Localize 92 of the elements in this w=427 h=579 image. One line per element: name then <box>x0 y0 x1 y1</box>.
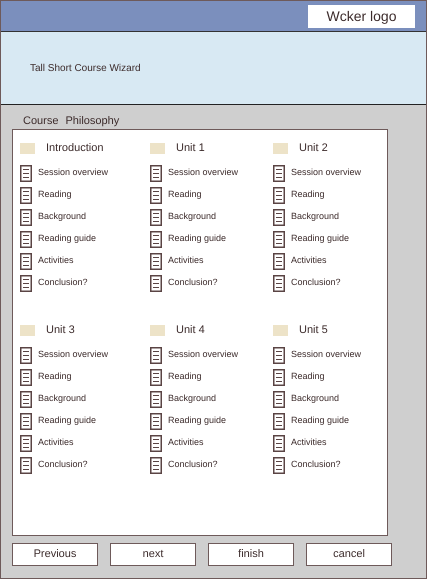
document-icon[interactable] <box>273 434 285 452</box>
section-link[interactable]: Conclusion? <box>168 458 218 472</box>
tab[interactable]: Course <box>23 113 58 129</box>
section-link[interactable]: Session overview <box>168 166 238 180</box>
section-link[interactable]: Reading guide <box>38 232 96 246</box>
document-icon[interactable] <box>273 164 285 182</box>
document-icon[interactable] <box>150 390 162 408</box>
wizard-button[interactable]: next <box>110 543 196 566</box>
section-link[interactable]: Reading <box>38 188 72 202</box>
unit-marker <box>273 324 288 336</box>
section-link[interactable]: Conclusion? <box>168 276 218 290</box>
section-link[interactable]: Reading guide <box>168 232 226 246</box>
section-link[interactable]: Reading guide <box>168 414 226 428</box>
section-link[interactable]: Reading guide <box>291 232 350 246</box>
unit-marker <box>20 142 35 154</box>
document-icon[interactable] <box>20 186 32 204</box>
section-link[interactable]: Background <box>291 392 340 406</box>
section-link[interactable]: Session overview <box>168 348 238 362</box>
section-link[interactable]: Reading <box>291 370 325 384</box>
document-icon[interactable] <box>20 346 32 364</box>
section-link[interactable]: Session overview <box>38 348 108 362</box>
document-icon[interactable] <box>273 274 285 292</box>
section-link[interactable]: Background <box>291 210 340 224</box>
section-link[interactable]: Conclusion? <box>38 276 88 290</box>
document-icon[interactable] <box>20 274 32 292</box>
section-link[interactable]: Reading <box>168 188 202 202</box>
section-link[interactable]: Reading <box>291 188 325 202</box>
document-icon[interactable] <box>273 230 285 248</box>
document-icon[interactable] <box>273 252 285 270</box>
section-link[interactable]: Background <box>38 210 86 224</box>
document-icon[interactable] <box>150 368 162 386</box>
section-link[interactable]: Activities <box>291 254 327 268</box>
document-icon[interactable] <box>150 274 162 292</box>
section-link[interactable]: Background <box>168 392 216 406</box>
document-icon[interactable] <box>20 164 32 182</box>
section-link[interactable]: Conclusion? <box>291 458 341 472</box>
unit-marker <box>273 142 288 154</box>
document-icon[interactable] <box>20 230 32 248</box>
document-icon[interactable] <box>20 368 32 386</box>
document-icon[interactable] <box>150 186 162 204</box>
document-icon[interactable] <box>273 208 285 226</box>
document-icon[interactable] <box>150 434 162 452</box>
document-icon[interactable] <box>20 412 32 430</box>
unit-title[interactable]: Unit 1 <box>176 140 205 156</box>
document-icon[interactable] <box>273 390 285 408</box>
unit-title[interactable]: Introduction <box>46 140 104 156</box>
unit-title[interactable]: Unit 2 <box>299 140 328 156</box>
section-link[interactable]: Reading guide <box>38 414 96 428</box>
document-icon[interactable] <box>273 412 285 430</box>
section-link[interactable]: Activities <box>168 254 204 268</box>
unit-marker <box>150 142 165 154</box>
wizard-button[interactable]: finish <box>208 543 294 566</box>
unit-marker <box>150 324 165 336</box>
document-icon[interactable] <box>20 390 32 408</box>
section-link[interactable]: Activities <box>38 436 74 450</box>
document-icon[interactable] <box>273 186 285 204</box>
unit-title[interactable]: Unit 4 <box>176 322 205 338</box>
section-link[interactable]: Activities <box>38 254 74 268</box>
document-icon[interactable] <box>150 456 162 474</box>
section-link[interactable]: Session overview <box>291 166 362 180</box>
document-icon[interactable] <box>150 252 162 270</box>
unit-title[interactable]: Unit 5 <box>299 322 328 338</box>
section-link[interactable]: Reading guide <box>291 414 350 428</box>
document-icon[interactable] <box>150 230 162 248</box>
logo-text: Wcker logo <box>326 6 397 26</box>
section-link[interactable]: Reading <box>168 370 202 384</box>
document-icon[interactable] <box>150 412 162 430</box>
wizard-button[interactable]: cancel <box>306 543 392 566</box>
tab[interactable]: Philosophy <box>65 113 120 129</box>
document-icon[interactable] <box>273 346 285 364</box>
document-icon[interactable] <box>20 456 32 474</box>
section-link[interactable]: Activities <box>168 436 204 450</box>
document-icon[interactable] <box>20 434 32 452</box>
wizard-button[interactable]: Previous <box>12 543 98 566</box>
section-link[interactable]: Background <box>168 210 216 224</box>
document-icon[interactable] <box>20 252 32 270</box>
wizard-title: Tall Short Course Wizard <box>30 62 141 76</box>
document-icon[interactable] <box>150 208 162 226</box>
document-icon[interactable] <box>20 208 32 226</box>
section-link[interactable]: Background <box>38 392 86 406</box>
document-icon[interactable] <box>150 346 162 364</box>
section-link[interactable]: Activities <box>291 436 327 450</box>
document-icon[interactable] <box>150 164 162 182</box>
document-icon[interactable] <box>273 368 285 386</box>
unit-marker <box>20 324 35 336</box>
section-link[interactable]: Session overview <box>291 348 362 362</box>
section-link[interactable]: Session overview <box>38 166 108 180</box>
unit-title[interactable]: Unit 3 <box>46 322 75 338</box>
document-icon[interactable] <box>273 456 285 474</box>
section-link[interactable]: Reading <box>38 370 72 384</box>
section-link[interactable]: Conclusion? <box>291 276 341 290</box>
section-link[interactable]: Conclusion? <box>38 458 88 472</box>
